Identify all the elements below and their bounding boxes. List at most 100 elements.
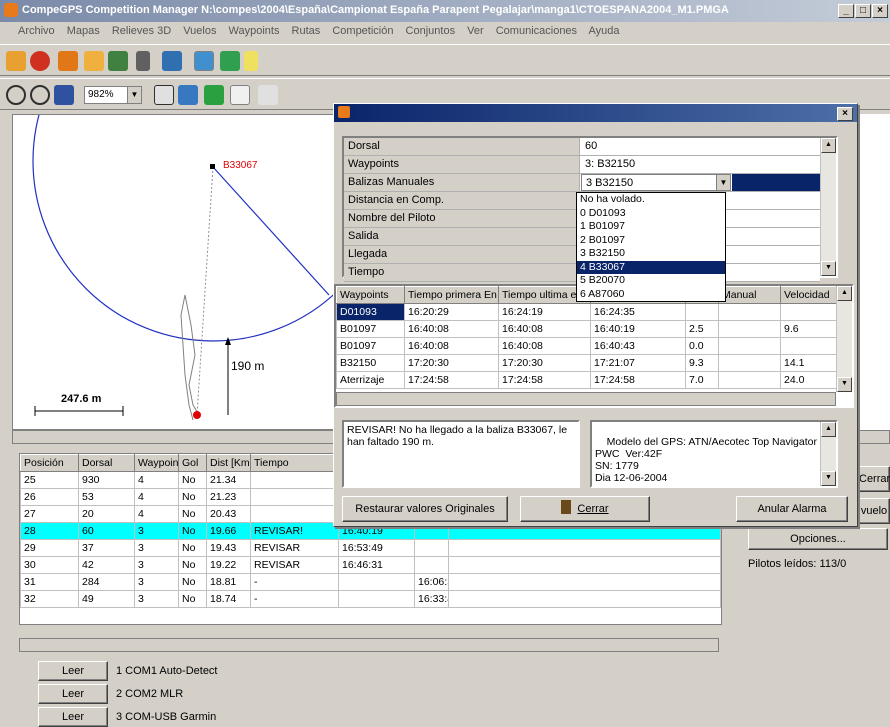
table-row[interactable]: B01097 16:40:08 16:40:08 16:40:43 0.0 bbox=[336, 337, 837, 355]
graph-icon[interactable] bbox=[230, 85, 250, 105]
alarm-message-box: REVISAR! No ha llegado a la baliza B3306… bbox=[342, 420, 580, 488]
anular-alarma-button[interactable]: Anular Alarma bbox=[736, 496, 848, 522]
chevron-down-icon: ▼ bbox=[127, 87, 141, 103]
maximize-button[interactable]: □ bbox=[855, 4, 871, 18]
restore-original-values-button[interactable]: Restaurar valores Originales bbox=[342, 496, 508, 522]
zoom-out-icon[interactable] bbox=[6, 85, 26, 105]
cerrar-side-button[interactable]: Cerrar bbox=[858, 466, 890, 492]
menu-comunicaciones[interactable]: Comunicaciones bbox=[496, 25, 577, 37]
col-dist[interactable]: Dist [Km bbox=[206, 454, 251, 472]
flight-icon[interactable] bbox=[30, 51, 50, 71]
col-manual[interactable]: Manual bbox=[718, 286, 781, 304]
table-row-cut[interactable]: Aterrizaje 17:24:58 17:24:58 17:24:58 7.0 24.… bbox=[336, 371, 837, 389]
scroll-up-icon[interactable]: ▲ bbox=[821, 138, 836, 153]
gps-icon[interactable] bbox=[220, 51, 240, 71]
balizas-dropdown-list[interactable]: No ha volado. 0 D01093 1 B01097 2 B01097… bbox=[576, 192, 726, 302]
cell: 27 bbox=[20, 505, 79, 523]
scroll-down-icon[interactable]: ▼ bbox=[821, 471, 836, 486]
map-horizontal-scrollbar[interactable] bbox=[12, 430, 340, 444]
cell: 3 bbox=[134, 573, 179, 591]
menu-mapas[interactable]: Mapas bbox=[67, 25, 100, 37]
waypoint-table-hscroll[interactable] bbox=[336, 392, 836, 406]
menu-vuelos[interactable]: Vuelos bbox=[183, 25, 216, 37]
col-velocidad[interactable]: Velocidad bbox=[780, 286, 837, 304]
prop-row-waypoints[interactable]: Waypoints 3: B32150 bbox=[344, 156, 820, 174]
leer-usb-button[interactable]: Leer bbox=[38, 707, 108, 727]
table-row[interactable]: B01097 16:40:08 16:40:08 16:40:19 2.5 9.6 bbox=[336, 320, 837, 338]
document-icon[interactable] bbox=[136, 51, 150, 71]
leer-com1-button[interactable]: Leer bbox=[38, 661, 108, 681]
pilot-icon[interactable] bbox=[162, 51, 182, 71]
menu-waypoints[interactable]: Waypoints bbox=[229, 25, 280, 37]
3d-icon[interactable] bbox=[204, 85, 224, 105]
menu-competicion[interactable]: Competición bbox=[332, 25, 393, 37]
dropdown-option[interactable]: 5 B20070 bbox=[577, 274, 725, 288]
zoom-select[interactable]: 982% ▼ bbox=[84, 86, 142, 104]
close-window-button[interactable]: × bbox=[872, 4, 888, 18]
map-icon[interactable] bbox=[54, 85, 74, 105]
gps-info-scrollbar[interactable]: ▲ ▼ bbox=[820, 422, 836, 486]
relief-icon[interactable] bbox=[178, 85, 198, 105]
track-icon[interactable] bbox=[58, 51, 78, 71]
table-row[interactable]: 29 37 3 No 19.43 REVISAR 16:53:49 bbox=[20, 539, 721, 557]
cerrar-button[interactable]: Cerrar bbox=[520, 496, 650, 522]
prop-row-balizas[interactable]: Balizas Manuales 3 B32150 ▼ bbox=[344, 174, 820, 192]
waypoint-table-scrollbar[interactable]: ▲ ▼ bbox=[836, 286, 852, 392]
leer-com2-button[interactable]: Leer bbox=[38, 684, 108, 704]
flight-track bbox=[180, 294, 200, 421]
results-horizontal-scrollbar[interactable] bbox=[19, 638, 719, 652]
door-icon bbox=[561, 500, 572, 514]
map-view[interactable]: B33067 190 m 247.6 m bbox=[12, 114, 340, 430]
table-row[interactable]: D01093 16:20:29 16:24:19 16:24:35 bbox=[336, 303, 837, 321]
vuelo-button[interactable]: vuelo bbox=[858, 498, 890, 524]
zoom-in-icon[interactable] bbox=[30, 85, 50, 105]
dropdown-option-selected[interactable]: 4 B33067 bbox=[577, 260, 725, 274]
menu-conjuntos[interactable]: Conjuntos bbox=[406, 25, 456, 37]
col-posicion[interactable]: Posición bbox=[20, 454, 79, 472]
menu-ayuda[interactable]: Ayuda bbox=[589, 25, 620, 37]
menu-rutas[interactable]: Rutas bbox=[292, 25, 321, 37]
gps-info-box: Modelo del GPS: ATN/Aecotec Top Navigato… bbox=[590, 420, 838, 488]
table-row[interactable]: 32493No18.74- 16:33:48 bbox=[20, 590, 721, 608]
property-grid-scrollbar[interactable]: ▲ ▼ bbox=[820, 138, 836, 276]
table-row[interactable]: 30 42 3 No 19.22 REVISAR 16:46:31 bbox=[20, 556, 721, 574]
minimize-button[interactable]: _ bbox=[838, 4, 854, 18]
cell: 53 bbox=[78, 488, 135, 506]
col-tiempo[interactable]: Tiempo bbox=[250, 454, 339, 472]
menu-relieves-3d[interactable]: Relieves 3D bbox=[112, 25, 171, 37]
dialog-close-button[interactable]: × bbox=[837, 107, 853, 121]
table-row[interactable]: 312843No18.81- 16:06:30 bbox=[20, 573, 721, 591]
opciones-button[interactable]: Opciones... bbox=[748, 528, 888, 550]
table-row[interactable]: B32150 17:20:30 17:20:30 17:21:07 9.3 14.1 bbox=[336, 354, 837, 372]
scroll-up-icon[interactable]: ▲ bbox=[837, 286, 852, 301]
dropdown-option[interactable]: No ha volado. bbox=[577, 193, 725, 207]
menu-ver[interactable]: Ver bbox=[467, 25, 484, 37]
wind-arrow-icon[interactable] bbox=[258, 85, 278, 105]
dropdown-option[interactable]: 6 A87060 bbox=[577, 288, 725, 302]
wind-icon[interactable] bbox=[194, 51, 214, 71]
col-gol[interactable]: Gol bbox=[178, 454, 207, 472]
scroll-up-icon[interactable]: ▲ bbox=[821, 422, 836, 437]
flag-icon[interactable] bbox=[244, 51, 258, 71]
dropdown-option[interactable]: 0 D01093 bbox=[577, 207, 725, 221]
dropdown-option[interactable]: 1 B01097 bbox=[577, 220, 725, 234]
scroll-down-icon[interactable]: ▼ bbox=[837, 377, 852, 392]
menu-archivo[interactable]: Archivo bbox=[18, 25, 55, 37]
scroll-down-icon[interactable]: ▼ bbox=[821, 261, 836, 276]
waypoint-times-table[interactable]: Waypoints Tiempo primera En Tiempo ultim… bbox=[334, 284, 854, 408]
balizas-select[interactable]: 3 B32150 ▼ bbox=[581, 174, 731, 191]
cell: 284 bbox=[78, 573, 135, 591]
col-tiempo-primera[interactable]: Tiempo primera En bbox=[404, 286, 499, 304]
prop-row-dorsal[interactable]: Dorsal 60 bbox=[344, 138, 820, 156]
fit-icon[interactable] bbox=[154, 85, 174, 105]
col-dorsal[interactable]: Dorsal bbox=[78, 454, 135, 472]
cell: 16:40:43 bbox=[590, 337, 686, 355]
route-icon[interactable] bbox=[108, 51, 128, 71]
col-waypoint[interactable]: Waypoint bbox=[134, 454, 179, 472]
open-folder-icon[interactable] bbox=[6, 51, 26, 71]
anular-alarma-label: Anular Alarma bbox=[757, 503, 827, 515]
dropdown-option[interactable]: 2 B01097 bbox=[577, 234, 725, 248]
col-waypoints[interactable]: Waypoints bbox=[336, 286, 405, 304]
waypoint-icon[interactable] bbox=[84, 51, 104, 71]
dropdown-option[interactable]: 3 B32150 bbox=[577, 247, 725, 261]
